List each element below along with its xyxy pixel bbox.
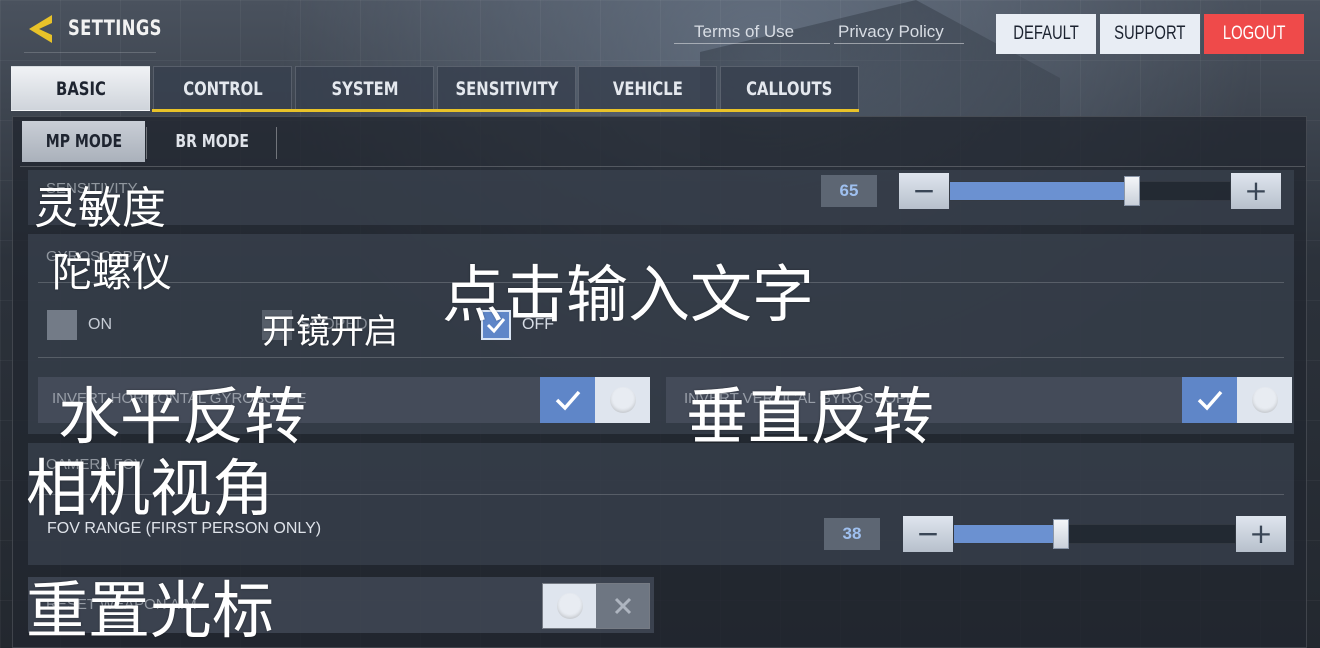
sensitivity-slider-thumb[interactable] xyxy=(1124,176,1140,206)
subtab-mp-mode[interactable]: MP MODE xyxy=(22,121,145,162)
tab-callouts[interactable]: CALLOUTS xyxy=(720,66,859,111)
tab-vehicle[interactable]: VEHICLE xyxy=(578,66,717,111)
logout-button[interactable]: LOGOUT xyxy=(1204,14,1304,54)
support-button-label: SUPPORT xyxy=(1114,23,1186,44)
fov-increase-button[interactable]: + xyxy=(1236,516,1286,552)
sensitivity-slider[interactable] xyxy=(949,176,1231,206)
tab-label: BASIC xyxy=(55,77,106,100)
support-button[interactable]: SUPPORT xyxy=(1100,14,1200,54)
privacy-policy-link[interactable]: Privacy Policy xyxy=(838,22,944,42)
sensitivity-increase-button[interactable]: + xyxy=(1231,173,1281,209)
overlay-sensitivity-text: 灵敏度 xyxy=(34,183,166,234)
fov-slider[interactable] xyxy=(953,519,1236,549)
page-title: SETTINGS xyxy=(68,16,162,40)
subtab-label: BR MODE xyxy=(175,131,249,152)
check-icon xyxy=(555,390,580,411)
terms-of-use-link[interactable]: Terms of Use xyxy=(694,22,794,42)
tab-basic[interactable]: BASIC xyxy=(11,66,150,111)
fov-value[interactable]: 38 xyxy=(824,518,880,550)
default-button-label: DEFAULT xyxy=(1013,23,1079,44)
sensitivity-decrease-button[interactable]: − xyxy=(899,173,949,209)
privacy-underline xyxy=(834,43,964,44)
minus-icon: − xyxy=(912,174,936,207)
toggle-knob xyxy=(1251,387,1278,413)
toggle-knob xyxy=(556,593,583,619)
tab-label: SYSTEM xyxy=(330,77,399,100)
sensitivity-slider-fill xyxy=(950,182,1132,200)
fov-slider-fill xyxy=(954,525,1061,543)
plus-icon: + xyxy=(1249,517,1273,550)
toggle-knob-side xyxy=(595,377,650,423)
invert-horizontal-toggle[interactable] xyxy=(540,377,650,423)
toggle-on-side xyxy=(540,377,595,423)
subtab-divider xyxy=(276,127,277,159)
sensitivity-value[interactable]: 65 xyxy=(821,175,877,207)
gyroscope-on-checkbox[interactable] xyxy=(47,310,77,340)
fov-decrease-button[interactable]: − xyxy=(903,516,953,552)
tab-underline xyxy=(152,109,859,112)
subtab-separator xyxy=(20,166,1305,167)
overlay-invert-vertical-text: 垂直反转 xyxy=(686,380,935,453)
overlay-scope-on-text: 开镜开启 xyxy=(262,312,398,352)
tab-label: SENSITIVITY xyxy=(455,77,558,100)
toggle-knob-side xyxy=(543,584,596,628)
close-icon xyxy=(614,597,631,615)
back-button[interactable] xyxy=(26,12,60,46)
overlay-reset-aim-text: 重置光标 xyxy=(26,574,275,647)
subtab-label: MP MODE xyxy=(45,131,122,152)
gyroscope-divider xyxy=(38,357,1284,358)
overlay-tap-input-text[interactable]: 点击输入文字 xyxy=(442,244,814,334)
gyroscope-on-label: ON xyxy=(88,316,112,333)
overlay-gyroscope-text: 陀螺仪 xyxy=(52,250,172,296)
title-underline xyxy=(24,52,156,53)
terms-underline xyxy=(674,43,830,44)
toggle-knob-side xyxy=(1237,377,1292,423)
check-icon xyxy=(1197,390,1222,411)
plus-icon: + xyxy=(1244,174,1268,207)
toggle-off-side xyxy=(596,584,649,628)
tab-label: CONTROL xyxy=(182,77,263,100)
tab-label: CALLOUTS xyxy=(746,77,833,100)
toggle-knob xyxy=(609,387,636,413)
reset-weapon-aim-toggle[interactable] xyxy=(542,583,650,629)
tab-sensitivity[interactable]: SENSITIVITY xyxy=(437,66,576,111)
subtab-br-mode[interactable]: BR MODE xyxy=(150,121,274,162)
tab-control[interactable]: CONTROL xyxy=(153,66,292,111)
tab-system[interactable]: SYSTEM xyxy=(295,66,434,111)
invert-vertical-toggle[interactable] xyxy=(1182,377,1292,423)
subtab-divider xyxy=(146,127,147,159)
back-arrow-icon xyxy=(29,15,52,43)
logout-button-label: LOGOUT xyxy=(1222,23,1286,44)
default-button[interactable]: DEFAULT xyxy=(996,14,1096,54)
minus-icon: − xyxy=(916,517,940,550)
overlay-camera-fov-text: 相机视角 xyxy=(26,452,275,525)
tab-label: VEHICLE xyxy=(612,77,683,100)
toggle-on-side xyxy=(1182,377,1237,423)
fov-slider-thumb[interactable] xyxy=(1052,519,1069,549)
